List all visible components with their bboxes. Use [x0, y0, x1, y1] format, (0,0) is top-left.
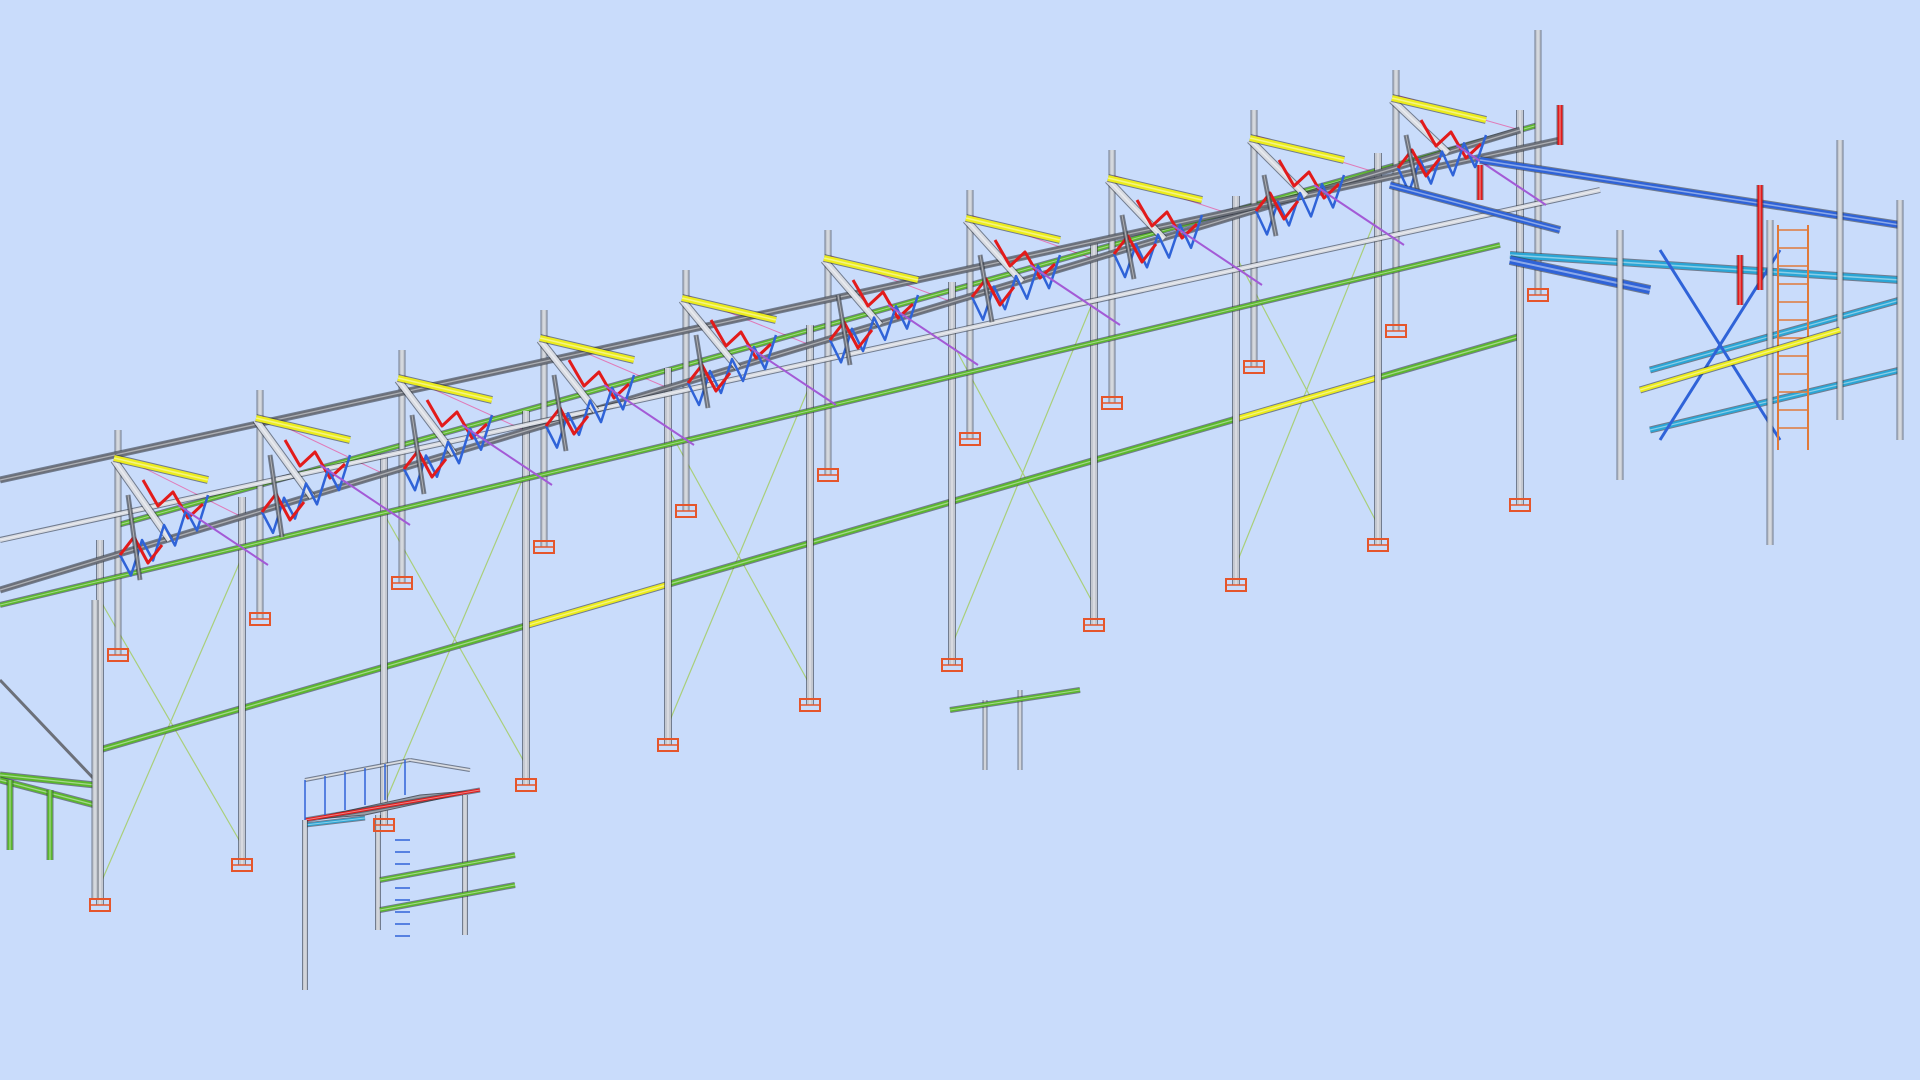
model-viewport[interactable]	[0, 0, 1920, 1080]
front-girt-6-highlight	[951, 459, 1095, 503]
platform-handrail-2-highlight	[409, 759, 471, 771]
platform-layer	[0, 600, 1081, 990]
east-frame-layer	[1388, 105, 1904, 545]
platform-handrail-1-highlight	[304, 759, 411, 781]
platform-edge-red-highlight	[304, 789, 481, 821]
left-dark-brace	[0, 678, 97, 782]
platform-green-girt-1-highlight	[379, 854, 516, 881]
front-girt-7-highlight	[1093, 418, 1237, 461]
front-girt-4-highlight	[667, 542, 811, 585]
front-girt-5-highlight	[809, 501, 953, 544]
truss-purple-brace-5	[887, 304, 979, 366]
east-cyan-girt-1-highlight	[1649, 299, 1901, 371]
roof-green-purlin-highlight	[0, 244, 1501, 606]
front-girt-1-highlight	[241, 666, 385, 710]
steel-frame-3d-model	[0, 30, 1904, 990]
front-girt-3-highlight	[525, 583, 669, 627]
truss-layer	[110, 94, 1547, 581]
mid-stub-girt-highlight	[949, 689, 1081, 711]
front-girt-2-highlight	[383, 625, 527, 668]
truss-purple-brace-8	[1313, 184, 1405, 246]
front-girt-0-highlight	[99, 707, 243, 751]
ridge-purlin-highlight	[0, 189, 1601, 541]
front-girt-9-highlight	[1377, 335, 1521, 379]
east-yellow-girt-highlight	[1639, 329, 1841, 391]
girt-layer	[99, 122, 1539, 754]
front-girt-8-highlight	[1235, 376, 1379, 420]
